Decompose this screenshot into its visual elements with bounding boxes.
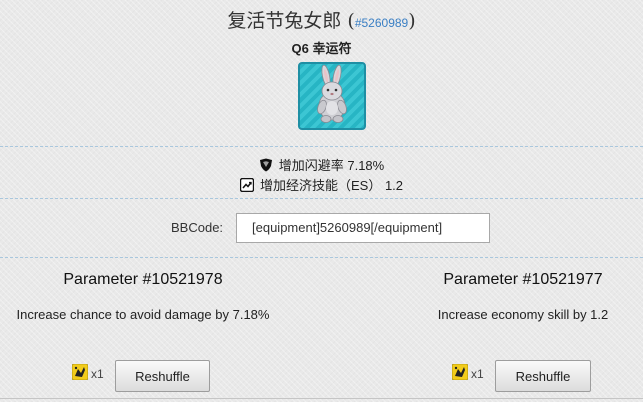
item-name: 复活节兔女郎 bbox=[227, 10, 342, 32]
reshuffle-cost-right: x1 bbox=[451, 363, 484, 381]
dice-icon bbox=[71, 363, 89, 381]
bonus-line-economy: 增加经济技能（ES） 1.2 bbox=[0, 175, 643, 194]
bbcode-label: BBCode: bbox=[171, 220, 224, 235]
item-image[interactable] bbox=[298, 62, 366, 130]
item-id-link[interactable]: #5260989 bbox=[355, 16, 408, 30]
separator-top bbox=[0, 146, 643, 147]
reshuffle-button-right[interactable]: Reshuffle bbox=[495, 360, 591, 392]
bunny-plush-icon bbox=[317, 64, 347, 123]
parameter-description: Increase chance to avoid damage by 7.18% bbox=[16, 307, 270, 322]
reshuffle-cost-left: x1 bbox=[71, 363, 104, 381]
bottom-divider bbox=[0, 398, 643, 399]
bbcode-field[interactable]: [equipment]5260989[/equipment] bbox=[236, 213, 490, 243]
shield-icon bbox=[259, 158, 273, 172]
bonus-economy-text: 增加经济技能（ES） 1.2 bbox=[259, 178, 404, 193]
cost-count: x1 bbox=[91, 367, 104, 381]
trend-up-icon bbox=[239, 177, 255, 193]
parameter-title: Parameter #10521978 bbox=[63, 271, 223, 288]
dice-icon bbox=[451, 363, 469, 381]
separator-middle bbox=[0, 198, 643, 199]
bbcode-row: BBCode: [equipment]5260989[/equipment] bbox=[0, 212, 643, 244]
parameter-description: Increase economy skill by 1.2 bbox=[437, 307, 609, 322]
parameter-title: Parameter #10521977 bbox=[443, 271, 603, 288]
parameter-block-right: Parameter #10521977 Increase economy ski… bbox=[423, 270, 623, 323]
separator-bottom bbox=[0, 257, 643, 258]
parameter-block-left: Parameter #10521978 Increase chance to a… bbox=[4, 270, 282, 323]
title-paren-close: ) bbox=[408, 10, 416, 32]
bonus-line-evasion: 增加闪避率 7.18% bbox=[0, 155, 643, 174]
cost-count: x1 bbox=[471, 367, 484, 381]
reshuffle-button-left[interactable]: Reshuffle bbox=[115, 360, 210, 392]
title-paren-open: ( bbox=[347, 10, 355, 32]
item-quality: Q6 幸运符 bbox=[291, 41, 352, 56]
bonus-evasion-text: 增加闪避率 7.18% bbox=[278, 158, 385, 173]
page-title: 复活节兔女郎 (#5260989) bbox=[0, 6, 643, 33]
